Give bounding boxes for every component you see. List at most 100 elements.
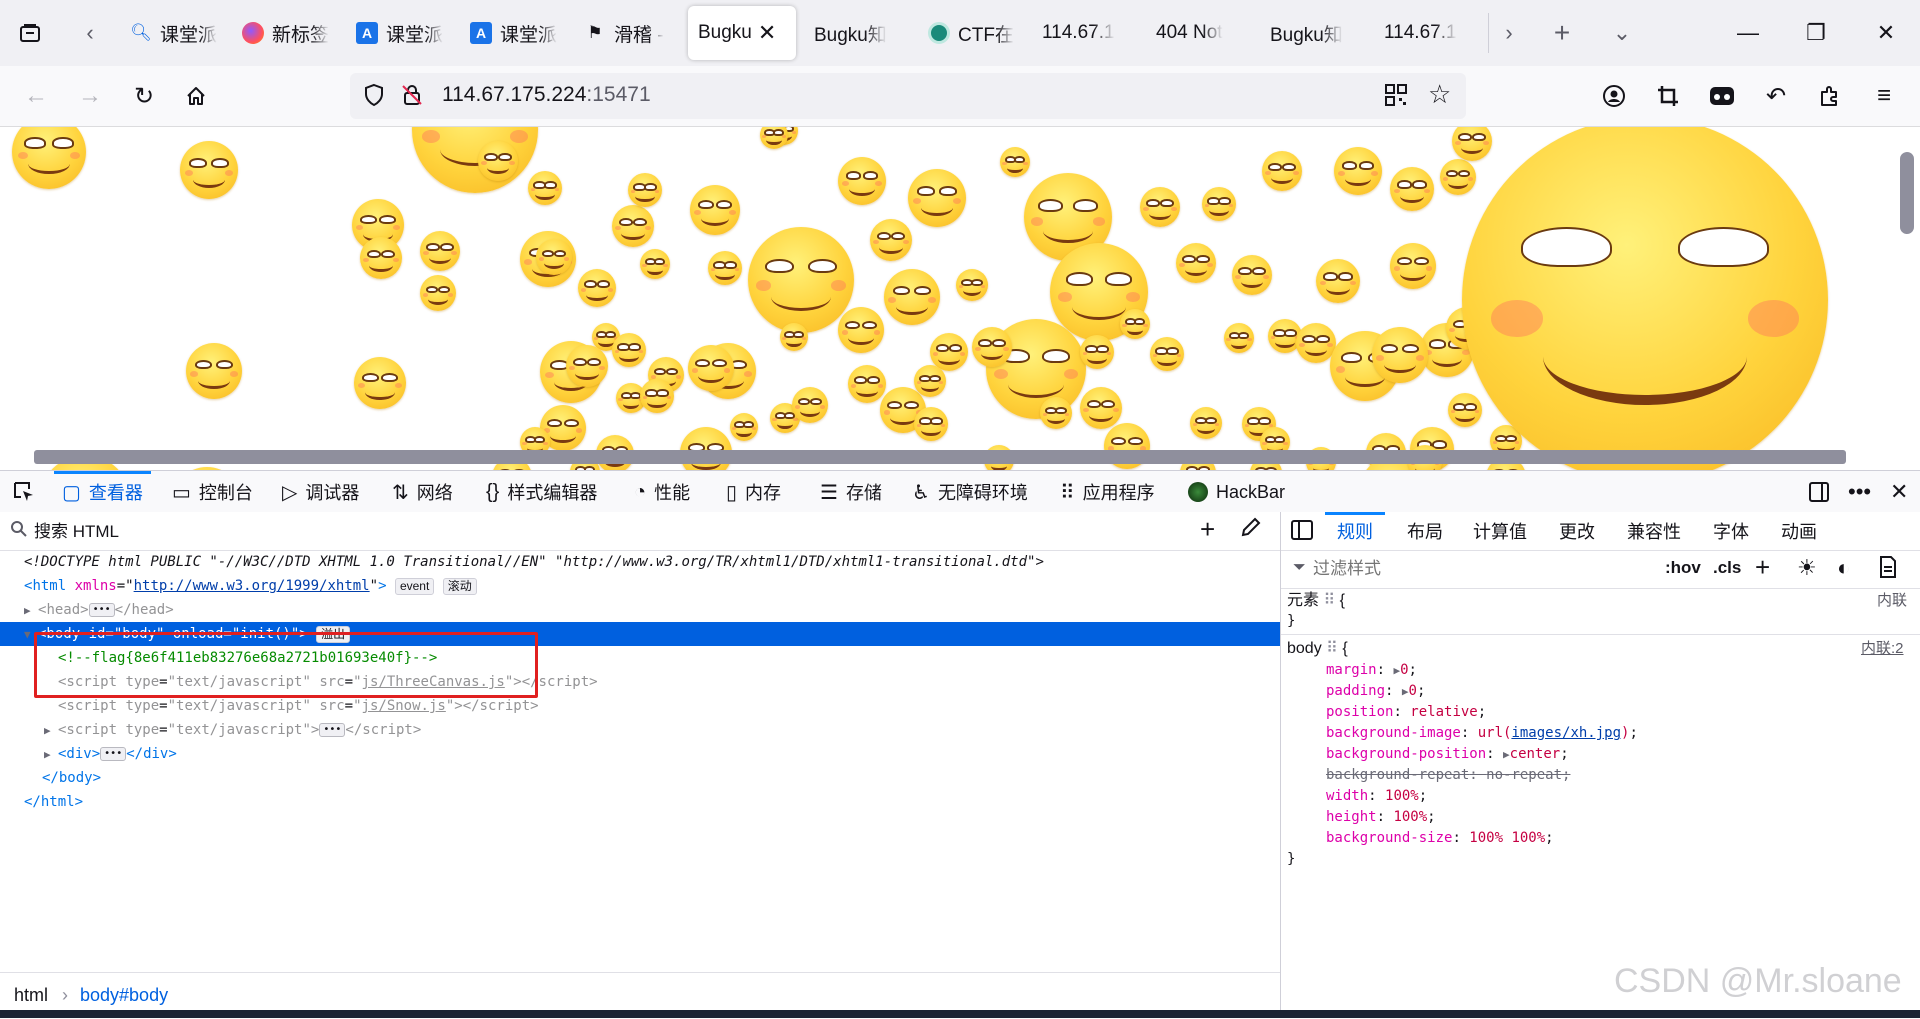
collapse-arrow-icon[interactable]: ▼ [0,623,38,647]
url-text[interactable]: 114.67.175.224:15471 [442,83,651,107]
hov-toggle[interactable]: :hov [1665,558,1701,578]
search-html-input[interactable] [32,519,1156,545]
close-window-icon[interactable]: ✕ [1866,13,1906,53]
html-close-tag[interactable]: </html> [0,790,1280,814]
tab-active[interactable]: Bugku ✕ [688,6,796,60]
add-rule-icon[interactable]: + [1755,552,1770,583]
tab-style-editor[interactable]: {} 样式编辑器 [486,471,597,513]
property-name[interactable]: height [1326,809,1377,825]
home-icon[interactable] [176,76,216,116]
vertical-scrollbar[interactable] [1900,152,1914,234]
tab-animations[interactable]: 动画 [1781,512,1817,550]
qr-code-icon[interactable] [1384,83,1408,112]
cls-toggle[interactable]: .cls [1713,558,1741,578]
declaration[interactable]: background-position: ▶center; [1326,744,1569,765]
light-scheme-icon[interactable]: ☀ [1797,555,1817,581]
expand-arrow-icon[interactable]: ▶ [0,719,58,743]
declaration[interactable]: background-size: 100% 100%; [1326,828,1554,849]
print-simulation-icon[interactable] [1879,556,1897,583]
property-name[interactable]: background-repeat [1326,767,1469,783]
eyedropper-icon[interactable] [1240,516,1262,543]
url-bar[interactable]: 114.67.175.224:15471 ☆ [350,73,1466,119]
tab-5[interactable]: ⚑ 滑稽 - [574,6,674,60]
property-value[interactable]: 100% [1393,809,1427,825]
property-name[interactable]: padding [1326,683,1385,699]
tab-application[interactable]: ⠿ 应用程序 [1060,471,1155,513]
overridden-declaration[interactable]: background-repeat: no-repeat; [1326,765,1570,786]
close-tab-icon[interactable]: ✕ [758,20,776,46]
insecure-lock-icon[interactable] [400,83,424,112]
new-tab-icon[interactable]: + [1542,13,1582,53]
event-badge[interactable]: event [394,577,435,595]
collapsed-ellipsis[interactable]: ••• [88,603,115,617]
extension-mask-icon[interactable] [1702,76,1742,116]
tab-10[interactable]: 404 Not [1146,6,1246,60]
declaration[interactable]: background-image: url(images/xh.jpg); [1326,723,1638,744]
url-link[interactable]: images/xh.jpg [1511,725,1621,741]
scroll-tabs-right-icon[interactable]: › [1488,13,1529,53]
screenshot-crop-icon[interactable] [1648,76,1688,116]
tab-fonts[interactable]: 字体 [1713,512,1749,550]
declaration[interactable]: width: 100%; [1326,786,1427,807]
more-options-icon[interactable]: ••• [1848,471,1871,513]
tab-inspector[interactable]: ▢ 查看器 [54,471,151,513]
tab-layout[interactable]: 布局 [1407,512,1443,550]
declaration[interactable]: padding: ▶0; [1326,681,1425,702]
extensions-puzzle-icon[interactable] [1810,76,1850,116]
tab-7[interactable]: Bugku知 [804,6,904,60]
forward-icon[interactable]: → [70,76,110,116]
tab-debugger[interactable]: ▷ 调试器 [282,471,359,513]
element-picker-icon[interactable] [12,471,36,513]
app-menu-icon[interactable]: ≡ [1864,76,1904,116]
tab-12[interactable]: 114.67.1 [1374,6,1474,60]
tab-rules[interactable]: 规则 [1325,512,1385,550]
property-value[interactable]: center [1510,746,1561,762]
filter-styles-input[interactable] [1311,556,1595,582]
property-value[interactable]: no-repeat [1486,767,1562,783]
tab-9[interactable]: 114.67.1 [1032,6,1132,60]
tab-hackbar[interactable]: HackBar [1188,471,1285,513]
property-value[interactable]: 100% [1385,788,1419,804]
property-name[interactable]: background-size [1326,830,1452,846]
tab-accessibility[interactable]: ♿︎ 无障碍环境 [912,471,1028,513]
restore-icon[interactable]: ❐ [1796,13,1836,53]
property-value[interactable]: 0 [1409,683,1417,699]
bookmark-star-icon[interactable]: ☆ [1428,79,1451,110]
shield-icon[interactable] [362,83,386,112]
dark-scheme-icon[interactable]: ◐ [1837,555,1850,581]
close-devtools-icon[interactable]: ✕ [1890,471,1908,513]
collapsed-ellipsis[interactable]: ••• [319,723,346,737]
script-node-3[interactable]: ▶ <script type="text/javascript"> ••• </scr… [0,718,1280,742]
tab-compatibility[interactable]: 兼容性 [1627,512,1681,550]
tab-performance[interactable]: ◔ 性能 [634,471,690,513]
div-node[interactable]: ▶ <div> ••• </div> [0,742,1280,766]
declaration[interactable]: height: 100%; [1326,807,1436,828]
list-all-tabs-icon[interactable]: ⌄ [1602,13,1642,53]
scroll-tabs-left-icon[interactable]: ‹ [70,13,110,53]
tab-2[interactable]: 新标签 [232,6,332,60]
property-value[interactable]: 0 [1400,662,1408,678]
scroll-badge[interactable]: 滚动 [442,577,477,595]
breadcrumb-item-body[interactable]: body#body [80,985,168,1006]
account-icon[interactable] [1594,76,1634,116]
property-name[interactable]: width [1326,788,1368,804]
tab-groups-icon[interactable] [10,13,50,53]
declaration[interactable]: margin: ▶0; [1326,660,1417,681]
html-node[interactable]: <html xmlns="http://www.w3.org/1999/xhtm… [0,574,1280,598]
script-src-link[interactable]: js/Snow.js [362,698,446,714]
property-name[interactable]: background-image [1326,725,1461,741]
tab-1[interactable]: 🔍︎ 课堂派 [120,6,220,60]
declaration[interactable]: position: relative; [1326,702,1486,723]
horizontal-scrollbar[interactable] [34,450,1846,464]
add-node-icon[interactable]: + [1200,514,1215,545]
property-value[interactable]: relative [1410,704,1477,720]
dock-side-icon[interactable] [1808,471,1830,513]
tab-4[interactable]: A 课堂派 [460,6,560,60]
doctype-line[interactable]: <!DOCTYPE html PUBLIC "-//W3C//DTD XHTML… [0,550,1280,574]
tab-8[interactable]: CTF在 [918,6,1018,60]
tab-computed[interactable]: 计算值 [1473,512,1527,550]
tab-memory[interactable]: ▯ 内存 [726,471,781,513]
rule-source-link[interactable]: 内联:2 [1861,638,1904,659]
expand-arrow-icon[interactable]: ▶ [0,743,58,767]
expand-arrow-icon[interactable]: ▶ [0,599,38,623]
